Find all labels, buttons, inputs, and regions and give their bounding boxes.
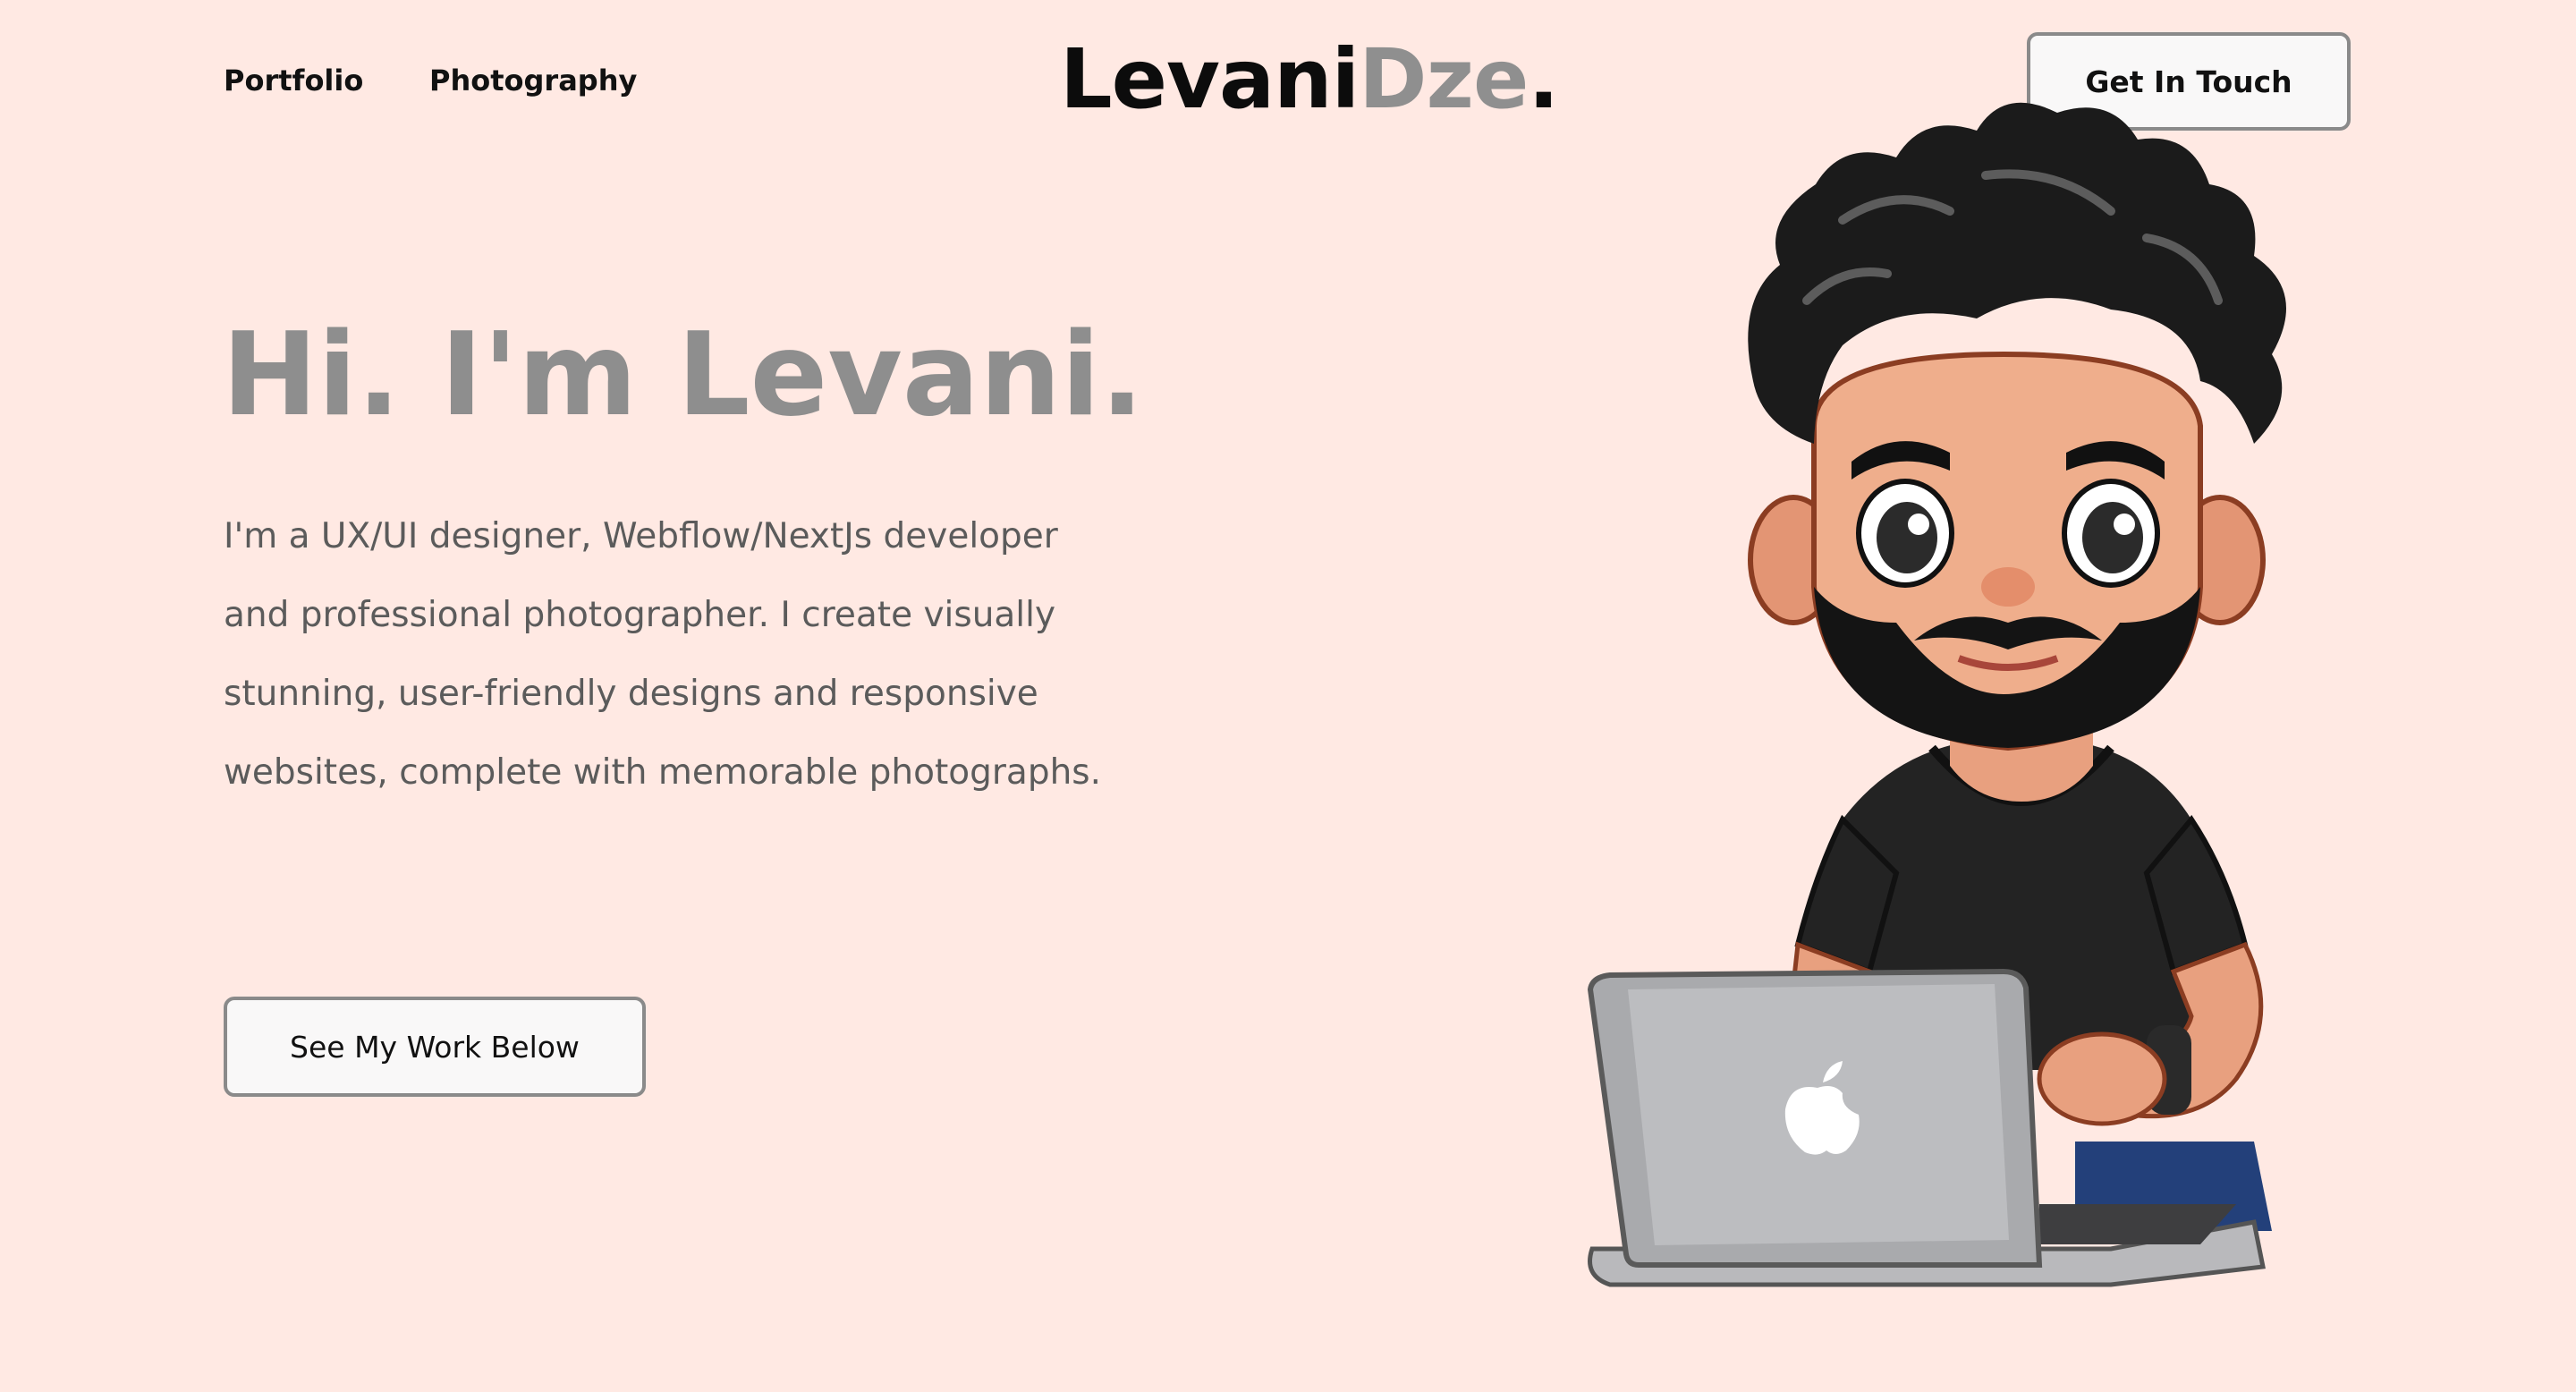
avatar-right-pupil <box>2082 502 2143 573</box>
avatar-right-eye-highlight <box>2114 514 2135 535</box>
developer-avatar-illustration <box>1587 102 2286 1287</box>
hero-description: I'm a UX/UI designer, Webflow/NextJs dev… <box>224 516 1102 793</box>
avatar-left-pupil <box>1877 502 1937 573</box>
site-logo[interactable]: LevaniDze. <box>1060 30 1559 129</box>
avatar-nose <box>1981 567 2035 607</box>
see-my-work-button[interactable]: See My Work Below <box>224 997 646 1097</box>
logo-part-dze: Dze <box>1359 31 1529 127</box>
nav-link-portfolio[interactable]: Portfolio <box>224 61 363 100</box>
avatar-left-eye-highlight <box>1908 514 1929 535</box>
nav-link-photography[interactable]: Photography <box>429 61 637 100</box>
logo-part-levani: Levani <box>1060 31 1360 127</box>
logo-dot: . <box>1528 31 1559 127</box>
hero-title: Hi. I'm Levani. <box>222 309 1144 442</box>
page: Portfolio Photography LevaniDze. Get In … <box>0 0 2576 1392</box>
avatar-hand <box>2037 1031 2167 1126</box>
